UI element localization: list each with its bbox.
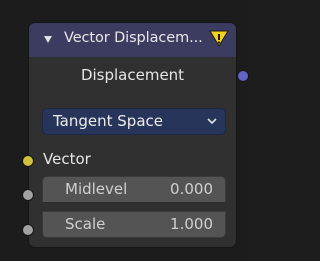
- midlevel-field[interactable]: Midlevel 0.000: [42, 176, 226, 203]
- node-title: Vector Displacem...: [64, 30, 203, 46]
- space-dropdown-value: Tangent Space: [53, 112, 163, 130]
- output-displacement-label: Displacement: [80, 66, 185, 84]
- input-vector-label: Vector: [43, 150, 91, 168]
- scale-label: Scale: [65, 215, 106, 233]
- space-dropdown[interactable]: Tangent Space: [42, 108, 226, 135]
- warning-icon: [209, 30, 229, 47]
- output-displacement-socket[interactable]: [237, 70, 249, 82]
- triangle-down-icon[interactable]: [43, 33, 53, 45]
- input-vector-socket[interactable]: [22, 155, 34, 167]
- midlevel-label: Midlevel: [65, 180, 128, 198]
- input-midlevel-socket[interactable]: [22, 189, 34, 201]
- scale-field[interactable]: Scale 1.000: [42, 211, 226, 238]
- scale-value: 1.000: [170, 215, 213, 233]
- chevron-down-icon: [207, 118, 217, 125]
- input-scale-socket[interactable]: [22, 224, 34, 236]
- vector-displacement-node[interactable]: Vector Displacem... Displacement Tangent…: [28, 22, 237, 248]
- node-editor-canvas: Vector Displacem... Displacement Tangent…: [0, 0, 249, 261]
- midlevel-value: 0.000: [170, 180, 213, 198]
- node-header[interactable]: Vector Displacem...: [29, 23, 236, 57]
